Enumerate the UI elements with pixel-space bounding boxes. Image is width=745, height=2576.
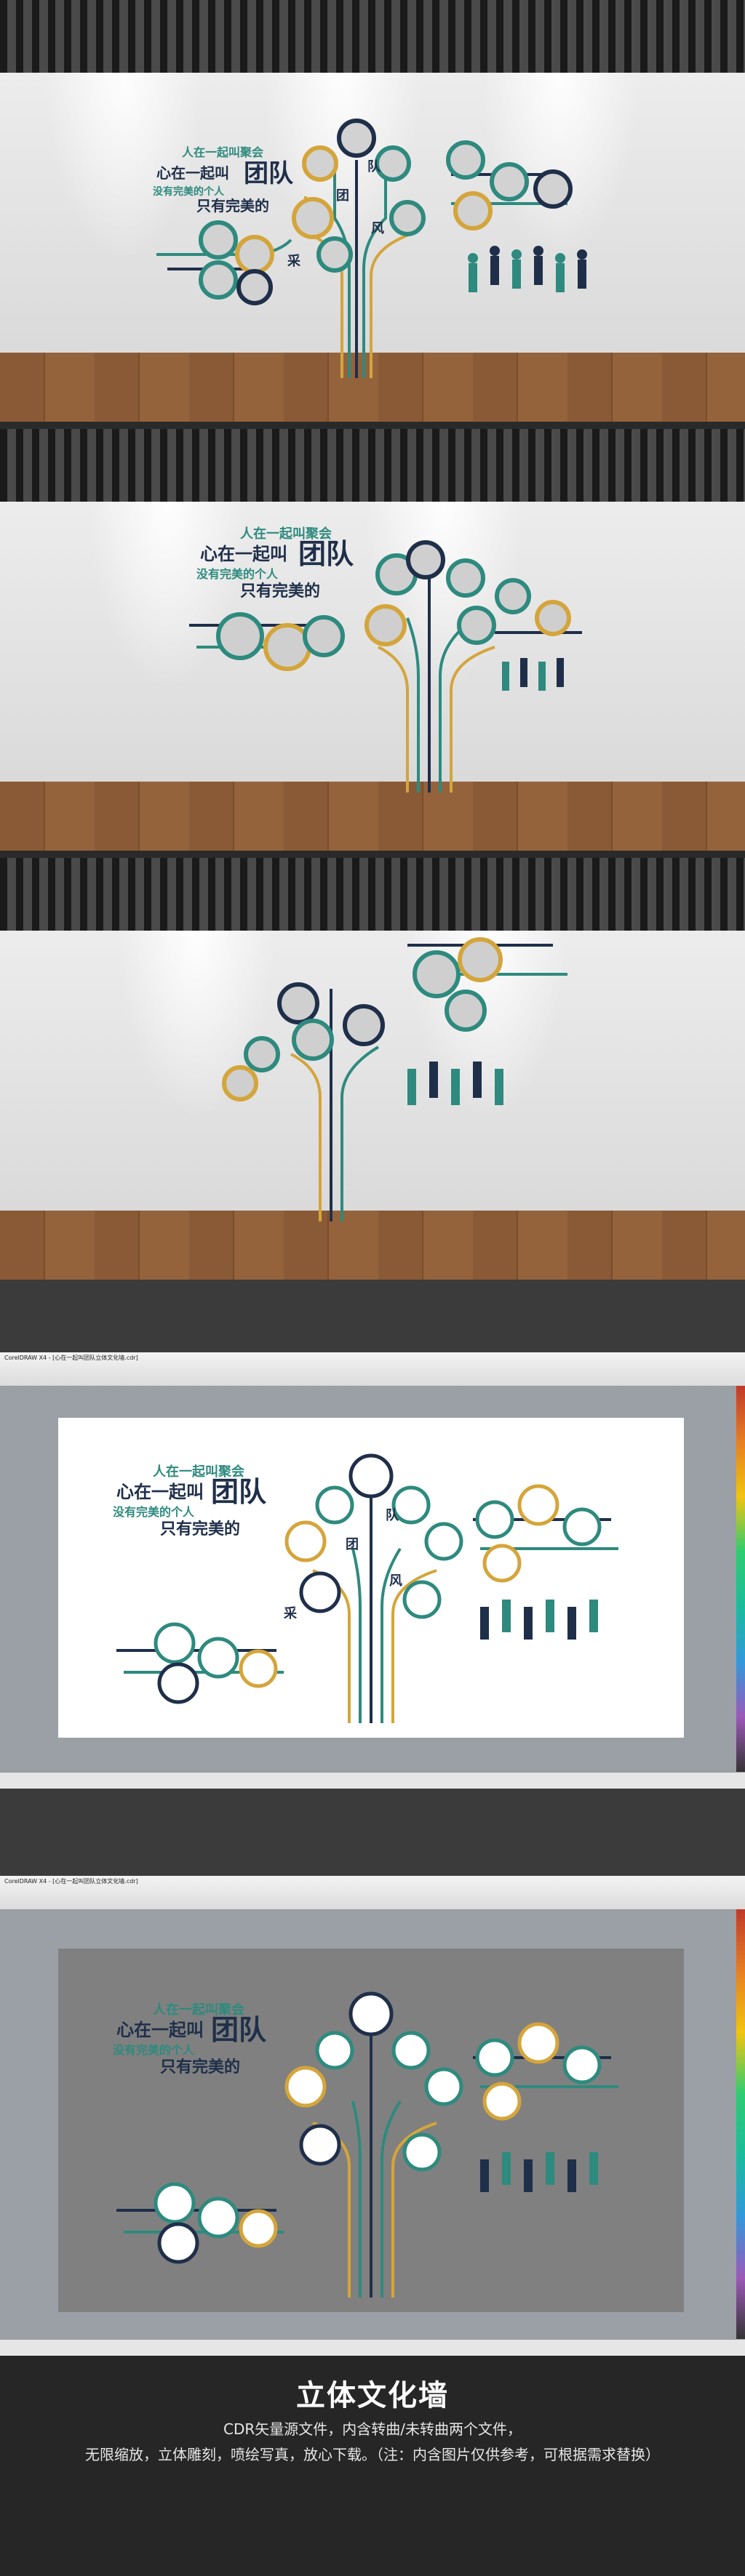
- tree-char: 团: [346, 1537, 359, 1552]
- slogan-line3: 只有完美的: [160, 1520, 240, 1538]
- tree-char: 团: [336, 188, 349, 204]
- slogan-line2: 没有完美的个人: [113, 1505, 195, 1519]
- culture-wall-artwork: [222, 937, 567, 1221]
- tree-char: 风: [371, 221, 384, 236]
- tree-char: 采: [283, 1606, 298, 1621]
- slogan-line2: 没有完美的个人: [196, 567, 279, 581]
- render-view-1: 人在一起叫聚会 心在一起叫 团队 没有完美的个人 只有完美的 队 团 风 采: [0, 0, 745, 422]
- artboard: 人在一起叫聚会 心在一起叫 团队 没有完美的个人 只有完美的 队 团 风 采: [58, 1418, 684, 1738]
- slogan-small: 人在一起叫聚会: [182, 145, 263, 159]
- slogan-main: 心在一起叫: [116, 1481, 204, 1502]
- footer-description-1: CDR矢量源文件，内含转曲/未转曲两个文件，: [223, 2420, 522, 2438]
- tree-char: 队: [386, 1507, 399, 1523]
- slogan-big: 团队: [211, 2013, 267, 2046]
- slogan-big: 团队: [211, 1475, 267, 1508]
- slogan-line3: 只有完美的: [196, 197, 269, 214]
- separator: [0, 1280, 745, 1352]
- render-view-3: [0, 858, 745, 1280]
- footer-title: 立体文化墙: [296, 2379, 449, 2412]
- color-palette[interactable]: [736, 1386, 745, 1773]
- cdr-toolbar[interactable]: CorelDRAW X4 - [心在一起叫团队立体文化墙.cdr]: [0, 1352, 745, 1387]
- slogan-line3: 只有完美的: [160, 2058, 240, 2077]
- slogan-main: 心在一起叫: [156, 164, 229, 182]
- culture-wall-artwork: 人在一起叫聚会 心在一起叫 团队 没有完美的个人 只有完美的: [113, 1991, 618, 2298]
- tree-char: 采: [287, 254, 301, 269]
- render-view-2: 人在一起叫聚会 心在一起叫 团队 没有完美的个人 只有完美的: [0, 429, 745, 851]
- slogan-line3: 只有完美的: [240, 582, 320, 601]
- slogan-main: 心在一起叫: [200, 543, 287, 564]
- artboard: 人在一起叫聚会 心在一起叫 团队 没有完美的个人 只有完美的: [58, 1949, 684, 2312]
- window-title: CorelDRAW X4 - [心在一起叫团队立体文化墙.cdr]: [4, 1355, 138, 1361]
- cdr-toolbar[interactable]: CorelDRAW X4 - [心在一起叫团队立体文化墙.cdr]: [0, 1876, 745, 1910]
- footer: 立体文化墙 CDR矢量源文件，内含转曲/未转曲两个文件， 无限缩放，立体雕刻，喷…: [0, 2356, 745, 2576]
- jumping-people: [502, 658, 564, 691]
- coreldraw-window-1: CorelDRAW X4 - [心在一起叫团队立体文化墙.cdr] 人在一起叫聚…: [0, 1352, 745, 1789]
- color-palette[interactable]: [736, 1909, 745, 2340]
- tree-char: 队: [367, 159, 381, 174]
- slogan-big: 团队: [244, 159, 294, 188]
- footer-description-2: 无限缩放，立体雕刻，喷绘写真，放心下载。（注：内含图片仅供参考，可根据需求替换）: [85, 2446, 660, 2463]
- status-bar: [0, 2339, 745, 2356]
- jumping-people: [468, 246, 587, 292]
- slogan-line2: 没有完美的个人: [153, 185, 225, 198]
- slogan-line2: 没有完美的个人: [113, 2043, 195, 2057]
- slogan-main: 心在一起叫: [116, 2019, 204, 2040]
- coreldraw-window-2: CorelDRAW X4 - [心在一起叫团队立体文化墙.cdr] 人在一起叫聚…: [0, 1876, 745, 2356]
- tree-char: 风: [389, 1573, 402, 1589]
- separator: [0, 1789, 745, 1876]
- culture-wall-artwork: 人在一起叫聚会 心在一起叫 团队 没有完美的个人 只有完美的 队 团 风 采: [113, 1453, 618, 1723]
- culture-wall-artwork: 人在一起叫聚会 心在一起叫 团队 没有完美的个人 只有完美的: [189, 526, 582, 793]
- jumping-people: [407, 1062, 503, 1105]
- slogan-big: 团队: [298, 537, 354, 570]
- window-title: CorelDRAW X4 - [心在一起叫团队立体文化墙.cdr]: [4, 1878, 138, 1885]
- culture-wall-artwork: 人在一起叫聚会 心在一起叫 团队 没有完美的个人 只有完美的 队 团 风 采: [153, 119, 587, 378]
- status-bar: [0, 1772, 745, 1789]
